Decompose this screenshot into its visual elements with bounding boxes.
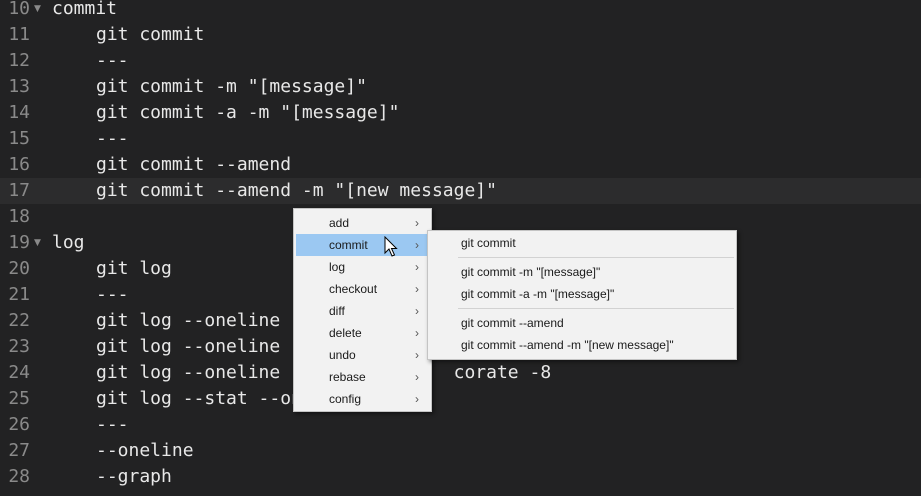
line-number: 25 xyxy=(8,388,30,409)
menu-item-label: undo xyxy=(329,348,356,362)
code-text: git commit -m "[message]" xyxy=(96,76,367,97)
menu-item-delete[interactable]: delete › xyxy=(296,322,429,344)
menu-item-add[interactable]: add › xyxy=(296,212,429,234)
chevron-right-icon: › xyxy=(415,304,419,318)
code-text: git commit --amend -m "[new message]" xyxy=(96,180,497,201)
code-line[interactable]: 13 git commit -m "[message]" xyxy=(0,74,921,100)
code-line[interactable]: 12 --- xyxy=(0,48,921,74)
chevron-right-icon: › xyxy=(415,392,419,406)
line-number: 12 xyxy=(8,50,30,71)
chevron-right-icon: › xyxy=(415,260,419,274)
chevron-right-icon: › xyxy=(415,348,419,362)
code-line[interactable]: 15 --- xyxy=(0,126,921,152)
code-text: --- xyxy=(96,284,129,305)
code-text: --- xyxy=(96,128,129,149)
menu-item-config[interactable]: config › xyxy=(296,388,429,410)
code-line[interactable]: 16 git commit --amend xyxy=(0,152,921,178)
line-number: 23 xyxy=(8,336,30,357)
code-line[interactable]: 14 git commit -a -m "[message]" xyxy=(0,100,921,126)
commit-submenu: git commit git commit -m "[message]" git c… xyxy=(427,230,737,360)
menu-item-checkout[interactable]: checkout › xyxy=(296,278,429,300)
line-number: 18 xyxy=(8,206,30,227)
code-text: git commit xyxy=(96,24,205,45)
menu-separator xyxy=(458,308,734,309)
menu-item-diff[interactable]: diff › xyxy=(296,300,429,322)
menu-item-label: delete xyxy=(329,326,362,340)
menu-item-log[interactable]: log › xyxy=(296,256,429,278)
code-line[interactable]: 11 git commit xyxy=(0,22,921,48)
line-number: 20 xyxy=(8,258,30,279)
code-text: git log --oneline xyxy=(96,336,281,357)
line-number: 21 xyxy=(8,284,30,305)
code-line[interactable]: 26 --- xyxy=(0,412,921,438)
chevron-right-icon: › xyxy=(415,326,419,340)
code-text: git commit -a -m "[message]" xyxy=(96,102,400,123)
code-text: git log xyxy=(96,258,172,279)
code-text: git log --oneline xyxy=(96,310,281,331)
code-line[interactable]: 24 git log --oneline corate -8 xyxy=(0,360,921,386)
code-text: --- xyxy=(96,414,129,435)
chevron-right-icon: › xyxy=(415,370,419,384)
line-number: 13 xyxy=(8,76,30,97)
code-line[interactable]: 25 git log --stat --oneline xyxy=(0,386,921,412)
menu-item-label: add xyxy=(329,216,350,230)
code-text: --graph xyxy=(96,466,172,487)
code-line[interactable]: 18 xyxy=(0,204,921,230)
fold-toggle-icon[interactable]: ▼ xyxy=(34,230,41,256)
line-number: 16 xyxy=(8,154,30,175)
menu-separator xyxy=(458,257,734,258)
line-number: 14 xyxy=(8,102,30,123)
code-text: --- xyxy=(96,50,129,71)
code-text: git commit --amend xyxy=(96,154,292,175)
menu-item-label: commit xyxy=(329,238,368,252)
code-line[interactable]: 17 git commit --amend -m "[new message]" xyxy=(0,178,921,204)
context-menu: add › commit › log › checkout › diff › delete › undo… xyxy=(293,208,432,412)
chevron-right-icon: › xyxy=(415,282,419,296)
line-number: 27 xyxy=(8,440,30,461)
line-number: 17 xyxy=(8,180,30,201)
code-line[interactable]: 27 --oneline xyxy=(0,438,921,464)
code-text: log xyxy=(52,232,85,253)
submenu-item[interactable]: git commit --amend -m "[new message]" xyxy=(428,334,736,356)
code-line[interactable]: 28 --graph xyxy=(0,464,921,490)
chevron-right-icon: › xyxy=(415,238,419,252)
line-number: 11 xyxy=(8,24,30,45)
menu-item-label: log xyxy=(329,260,346,274)
menu-item-rebase[interactable]: rebase › xyxy=(296,366,429,388)
mouse-pointer-icon xyxy=(384,236,398,257)
code-text: --oneline xyxy=(96,440,194,461)
line-number: 19 xyxy=(8,232,30,253)
submenu-item[interactable]: git commit -m "[message]" xyxy=(428,261,736,283)
submenu-item[interactable]: git commit xyxy=(428,232,736,254)
chevron-right-icon: › xyxy=(415,216,419,230)
line-number: 15 xyxy=(8,128,30,149)
submenu-item[interactable]: git commit --amend xyxy=(428,312,736,334)
line-number: 10 xyxy=(8,0,30,19)
line-number: 22 xyxy=(8,310,30,331)
menu-item-label: diff xyxy=(329,304,345,318)
code-line[interactable]: 10 ▼ commit xyxy=(0,0,921,22)
menu-item-label: rebase xyxy=(329,370,366,384)
line-number: 28 xyxy=(8,466,30,487)
code-text: commit xyxy=(52,0,118,19)
line-number: 26 xyxy=(8,414,30,435)
fold-toggle-icon[interactable]: ▼ xyxy=(34,0,41,22)
menu-item-label: checkout xyxy=(329,282,378,296)
line-number: 24 xyxy=(8,362,30,383)
menu-item-undo[interactable]: undo › xyxy=(296,344,429,366)
submenu-item[interactable]: git commit -a -m "[message]" xyxy=(428,283,736,305)
menu-item-label: config xyxy=(329,392,362,406)
menu-item-commit[interactable]: commit › xyxy=(296,234,429,256)
